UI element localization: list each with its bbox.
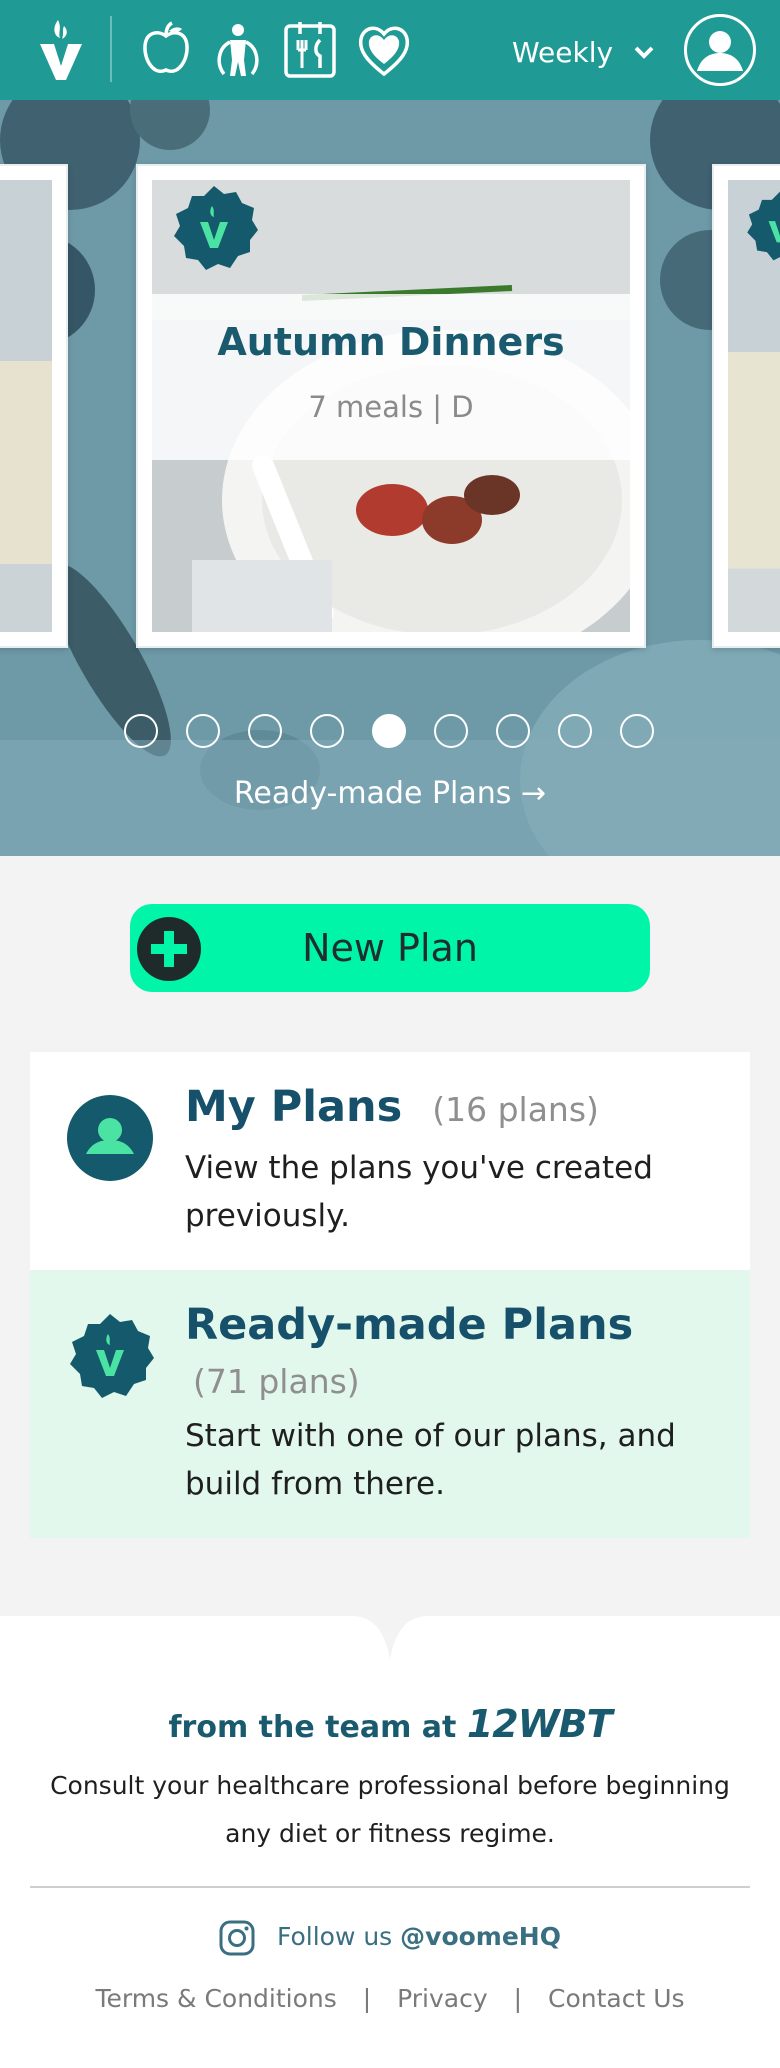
team-credit-prefix: from the team at — [168, 1710, 457, 1745]
footer-divider — [30, 1886, 750, 1888]
link-separator: | — [513, 1984, 523, 2013]
privacy-link[interactable]: Privacy — [397, 1984, 488, 2013]
terms-link[interactable]: Terms & Conditions — [95, 1984, 336, 2013]
plan-card-title: Autumn Dinners — [217, 320, 565, 364]
period-label: Weekly — [512, 35, 614, 69]
12wbt-logo[interactable]: 12WBT — [467, 1702, 613, 1746]
plan-card-image — [0, 180, 52, 632]
top-nav-bar: Weekly — [0, 0, 780, 100]
exercise-icon[interactable] — [210, 20, 266, 80]
plan-card-next[interactable] — [712, 164, 780, 648]
heart-icon[interactable] — [356, 20, 412, 80]
plan-card-caption: Autumn Dinners 7 meals | D — [152, 294, 630, 460]
my-plans-count: (16 plans) — [432, 1090, 599, 1129]
carousel-pagination — [0, 708, 780, 748]
carousel-dot[interactable] — [496, 714, 530, 748]
featured-plans-carousel: Autumn Dinners 7 meals | D Ready-made Pl… — [0, 100, 780, 856]
carousel-dot[interactable] — [558, 714, 592, 748]
carousel-dot[interactable] — [310, 714, 344, 748]
instagram-icon — [219, 1920, 255, 1956]
period-dropdown[interactable]: Weekly — [512, 30, 655, 74]
ready-made-plans-title: Ready-made Plans — [185, 1300, 634, 1350]
footer-notch — [352, 1616, 428, 1660]
apple-icon[interactable] — [138, 20, 194, 80]
user-icon — [697, 31, 743, 71]
plan-card-featured[interactable]: Autumn Dinners 7 meals | D — [136, 164, 646, 648]
follow-prefix: Follow us — [276, 1922, 393, 1951]
new-plan-button[interactable]: New Plan — [130, 904, 650, 992]
carousel-dot[interactable] — [124, 714, 158, 748]
health-disclaimer: Consult your healthcare professional bef… — [50, 1771, 730, 1848]
carousel-dot[interactable] — [620, 714, 654, 748]
link-separator: | — [362, 1984, 372, 2013]
user-circle-icon — [67, 1095, 153, 1181]
profile-avatar-button[interactable] — [684, 14, 756, 86]
ready-made-plans-description: Start with one of our plans, and build f… — [185, 1418, 676, 1502]
social-follow-link[interactable]: Follow us @voomeHQ — [0, 1920, 780, 1956]
voome-badge-icon — [174, 186, 258, 270]
ready-made-plans-panel[interactable]: Ready-made Plans (71 plans) Start with o… — [30, 1270, 750, 1538]
contact-us-link[interactable]: Contact Us — [548, 1984, 685, 2013]
carousel-dot[interactable] — [186, 714, 220, 748]
carousel-dot-active[interactable] — [372, 714, 406, 748]
ready-made-plans-link[interactable]: Ready-made Plans → — [0, 776, 780, 811]
footer-links: Terms & Conditions | Privacy | Contact U… — [0, 1984, 780, 2013]
my-plans-panel[interactable]: My Plans (16 plans) View the plans you'v… — [30, 1052, 750, 1270]
voome-logo-icon[interactable] — [36, 18, 86, 82]
carousel-dot[interactable] — [434, 714, 468, 748]
voome-badge-icon — [747, 191, 780, 261]
new-plan-label: New Plan — [302, 926, 478, 970]
my-plans-title: My Plans (16 plans) — [185, 1082, 599, 1132]
plan-card-meta: 7 meals | D — [308, 390, 474, 424]
ready-made-plans-count: (71 plans) — [193, 1362, 360, 1401]
follow-handle: @voomeHQ — [400, 1922, 561, 1951]
carousel-dot[interactable] — [248, 714, 282, 748]
meal-icon[interactable] — [282, 20, 338, 80]
chevron-down-icon — [634, 46, 654, 59]
voome-badge-icon — [70, 1314, 154, 1398]
header-divider — [110, 16, 112, 82]
my-plans-description: View the plans you've created previously… — [185, 1150, 653, 1234]
plan-card-previous[interactable] — [0, 164, 68, 648]
team-credit: from the team at 12WBT — [0, 1702, 780, 1746]
